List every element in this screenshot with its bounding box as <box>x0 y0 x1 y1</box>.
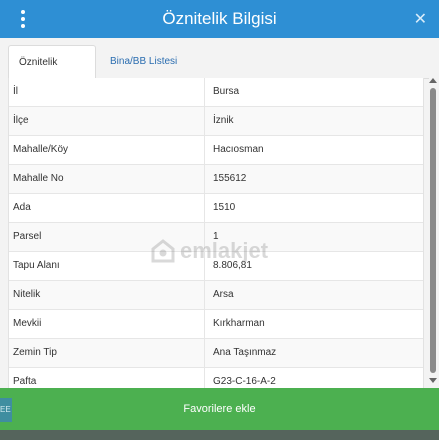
dialog-title: Öznitelik Bilgisi <box>162 9 277 28</box>
table-row: İlçe İznik <box>9 107 423 136</box>
attribute-label: Tapu Alanı <box>9 252 205 280</box>
table-row: Parsel 1 <box>9 223 423 252</box>
table-row: Zemin Tip Ana Taşınmaz <box>9 339 423 368</box>
attribute-label: Zemin Tip <box>9 339 205 367</box>
attribute-value: 1 <box>213 231 219 242</box>
table-row: Mahalle/Köy Hacıosman <box>9 136 423 165</box>
attribute-label: Mevkii <box>9 310 205 338</box>
table-row: Nitelik Arsa <box>9 281 423 310</box>
table-row: Ada 1510 <box>9 194 423 223</box>
attribute-value: Arsa <box>213 289 234 300</box>
attribute-label: Mahalle/Köy <box>9 136 205 164</box>
scroll-thumb[interactable] <box>430 88 436 373</box>
attribute-label: Parsel <box>9 223 205 251</box>
attribute-dialog: Öznitelik Bilgisi ✕ Öznitelik Bilgisi Bi… <box>0 0 439 440</box>
attribute-label: Pafta <box>9 368 205 388</box>
attribute-table: İl Bursa İlçe İznik Mahalle/Köy Hacıosma… <box>8 78 424 388</box>
close-icon[interactable]: ✕ <box>414 9 427 29</box>
tab-attribute-info[interactable]: Öznitelik Bilgisi <box>8 45 96 102</box>
scroll-up-icon[interactable] <box>429 78 437 83</box>
attribute-value: G23-C-16-A-2 <box>213 376 276 387</box>
table-row: Mevkii Kırkharman <box>9 310 423 339</box>
attribute-value: İznik <box>213 115 234 126</box>
table-row: Pafta G23-C-16-A-2 <box>9 368 423 388</box>
attribute-label: İlçe <box>9 107 205 135</box>
table-row: İl Bursa <box>9 78 423 107</box>
side-tab[interactable]: EE <box>0 398 12 422</box>
attribute-value: Kırkharman <box>213 318 265 329</box>
attribute-value: Hacıosman <box>213 144 264 155</box>
table-row: Mahalle No 155612 <box>9 165 423 194</box>
attribute-label: Nitelik <box>9 281 205 309</box>
tab-building-list[interactable]: Bina/BB Listesi <box>100 45 187 79</box>
attribute-value: Bursa <box>213 86 240 97</box>
attribute-value: Ana Taşınmaz <box>213 347 277 358</box>
attribute-label: Mahalle No <box>9 165 205 193</box>
table-row: Tapu Alanı 8.806,81 <box>9 252 423 281</box>
background-strip <box>0 430 439 440</box>
attribute-label: İl <box>9 78 205 106</box>
vertical-scrollbar[interactable] <box>429 78 437 383</box>
dialog-titlebar: Öznitelik Bilgisi ✕ <box>0 0 439 38</box>
attribute-value: 8.806,81 <box>213 260 252 271</box>
attribute-label: Ada <box>9 194 205 222</box>
attribute-value: 1510 <box>213 202 236 213</box>
attribute-value: 155612 <box>213 173 247 184</box>
add-to-favorites-button[interactable]: Favorilere ekle <box>0 388 439 430</box>
tab-bar: Öznitelik Bilgisi Bina/BB Listesi <box>8 42 429 102</box>
scroll-down-icon[interactable] <box>429 378 437 383</box>
dialog-content: Öznitelik Bilgisi Bina/BB Listesi İl Bur… <box>0 38 439 388</box>
